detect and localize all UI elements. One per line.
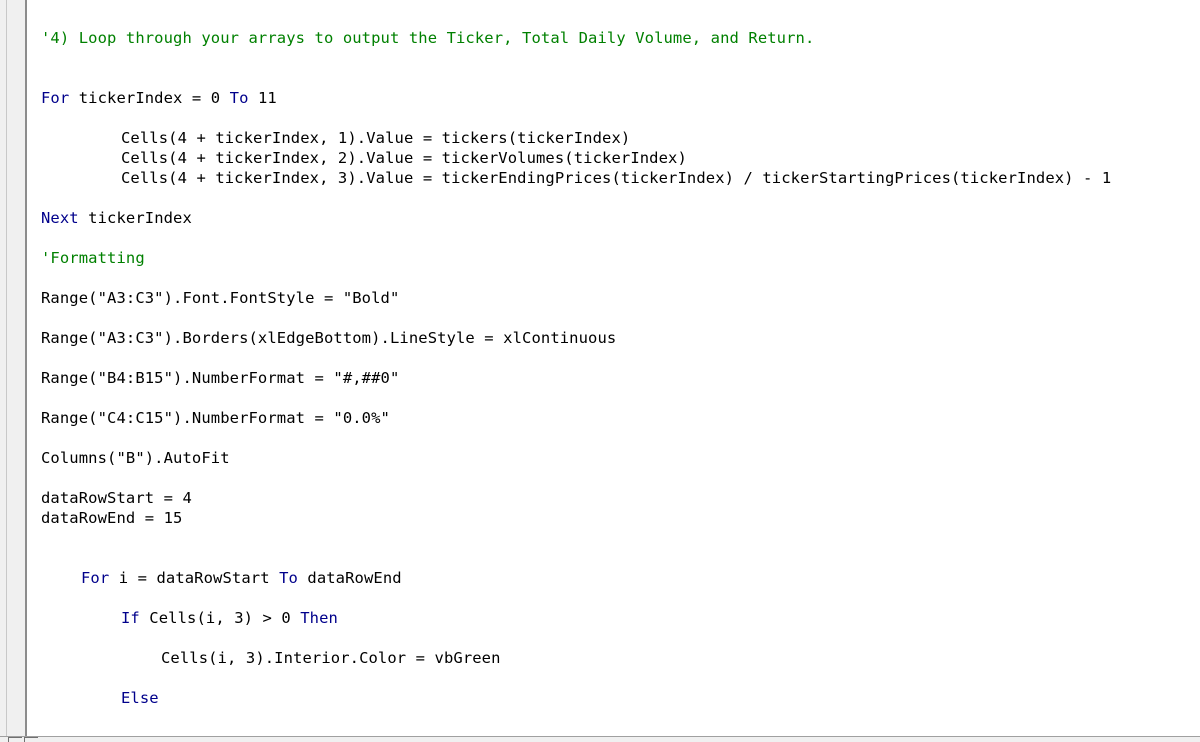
code-line[interactable]: If Cells(i, 3) > 0 Then bbox=[121, 608, 338, 628]
comment-token: 'Formatting bbox=[41, 249, 145, 267]
code-line[interactable]: Next tickerIndex bbox=[41, 208, 192, 228]
code-line[interactable]: Range("A3:C3").Font.FontStyle = "Bold" bbox=[41, 288, 399, 308]
code-line[interactable]: Cells(4 + tickerIndex, 1).Value = ticker… bbox=[121, 128, 630, 148]
code-line[interactable]: For tickerIndex = 0 To 11 bbox=[41, 88, 277, 108]
code-line[interactable]: Cells(4 + tickerIndex, 2).Value = ticker… bbox=[121, 148, 687, 168]
keyword-token: To bbox=[279, 569, 298, 587]
code-line[interactable]: Range("C4:C15").NumberFormat = "0.0%" bbox=[41, 408, 390, 428]
comment-token: '4) Loop through your arrays to output t… bbox=[41, 29, 815, 47]
code-token: Cells(i, 3) > 0 bbox=[139, 609, 301, 627]
code-line[interactable]: Else bbox=[121, 688, 159, 708]
full-module-view-button[interactable] bbox=[24, 737, 38, 742]
code-token: tickerIndex = 0 bbox=[69, 89, 230, 107]
code-line[interactable]: dataRowStart = 4 bbox=[41, 488, 192, 508]
code-token: Cells(4 + tickerIndex, 3).Value = ticker… bbox=[121, 169, 1112, 187]
keyword-token: For bbox=[81, 569, 110, 587]
code-token: Columns("B").AutoFit bbox=[41, 449, 230, 467]
keyword-token: Else bbox=[121, 689, 159, 707]
code-line[interactable]: Cells(i, 3).Interior.Color = vbGreen bbox=[161, 648, 501, 668]
code-token: dataRowEnd bbox=[297, 569, 402, 587]
code-line[interactable]: 'Formatting bbox=[41, 248, 145, 268]
keyword-token: If bbox=[121, 609, 140, 627]
keyword-token: Next bbox=[41, 209, 79, 227]
code-editor[interactable]: '4) Loop through your arrays to output t… bbox=[29, 0, 1200, 736]
code-token: Range("A3:C3").Font.FontStyle = "Bold" bbox=[41, 289, 400, 307]
code-line[interactable]: Range("B4:B15").NumberFormat = "#,##0" bbox=[41, 368, 399, 388]
horizontal-scrollbar[interactable] bbox=[0, 736, 1200, 742]
code-line[interactable]: Columns("B").AutoFit bbox=[41, 448, 230, 468]
code-line[interactable]: dataRowEnd = 15 bbox=[41, 508, 182, 528]
code-line[interactable]: Range("A3:C3").Borders(xlEdgeBottom).Lin… bbox=[41, 328, 616, 348]
gutter-divider bbox=[6, 0, 7, 742]
code-token: Cells(4 + tickerIndex, 2).Value = ticker… bbox=[121, 149, 687, 167]
procedure-view-button[interactable] bbox=[8, 737, 22, 742]
code-token: tickerIndex bbox=[78, 209, 192, 227]
keyword-token: For bbox=[41, 89, 70, 107]
code-token: dataRowEnd = 15 bbox=[41, 509, 183, 527]
code-token: Cells(i, 3).Interior.Color = vbGreen bbox=[161, 649, 501, 667]
code-token: dataRowStart = 4 bbox=[41, 489, 192, 507]
keyword-token: Then bbox=[300, 609, 338, 627]
code-token: i = dataRowStart bbox=[109, 569, 280, 587]
keyword-token: To bbox=[229, 89, 249, 107]
code-line[interactable]: For i = dataRowStart To dataRowEnd bbox=[81, 568, 402, 588]
margin-indicator-bar[interactable] bbox=[0, 0, 27, 742]
code-token: 11 bbox=[248, 89, 277, 107]
code-line[interactable]: '4) Loop through your arrays to output t… bbox=[41, 28, 814, 48]
code-token: Range("A3:C3").Borders(xlEdgeBottom).Lin… bbox=[41, 329, 617, 347]
vba-code-window: '4) Loop through your arrays to output t… bbox=[0, 0, 1200, 742]
code-token: Range("B4:B15").NumberFormat = "#,##0" bbox=[41, 369, 400, 387]
code-token: Cells(4 + tickerIndex, 1).Value = ticker… bbox=[121, 129, 631, 147]
code-token: Range("C4:C15").NumberFormat = "0.0%" bbox=[41, 409, 390, 427]
code-line[interactable]: Cells(4 + tickerIndex, 3).Value = ticker… bbox=[121, 168, 1111, 188]
